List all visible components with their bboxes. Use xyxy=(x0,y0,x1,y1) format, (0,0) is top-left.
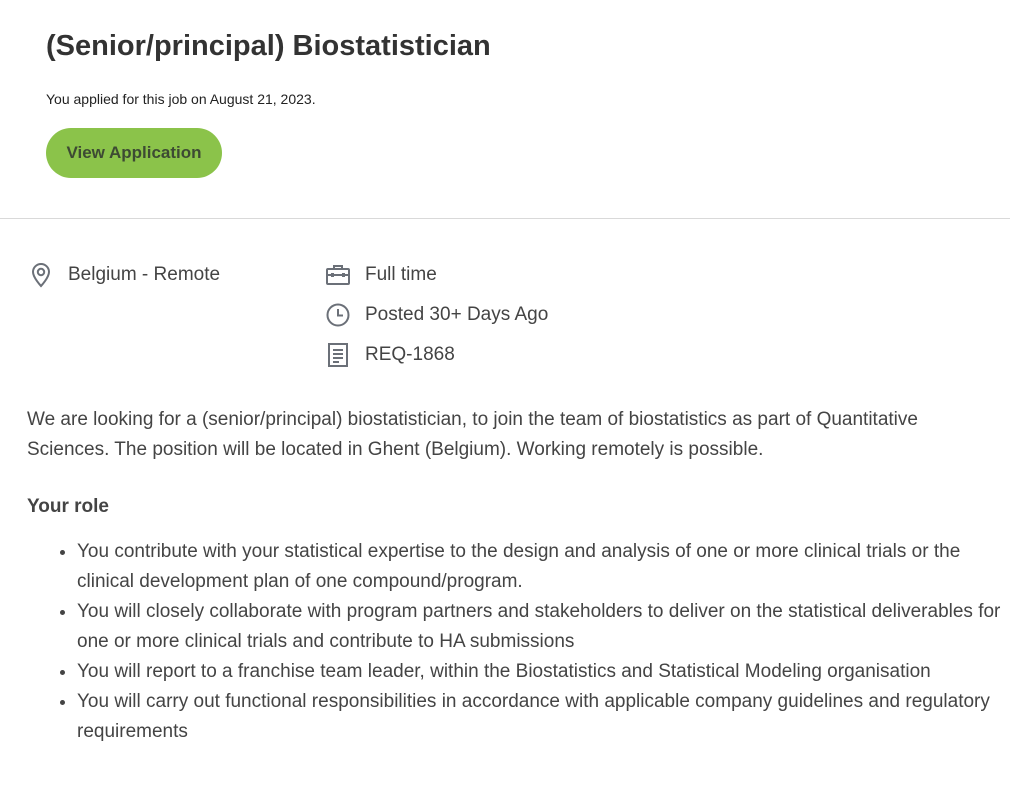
requisition-id-text: REQ-1868 xyxy=(365,344,455,365)
job-title: (Senior/principal) Biostatistician xyxy=(46,30,491,62)
posted-date-text: Posted 30+ Days Ago xyxy=(365,304,549,325)
location-pin-icon xyxy=(28,262,54,288)
job-location: Belgium - Remote xyxy=(28,262,220,288)
role-list: You contribute with your statistical exp… xyxy=(27,537,1010,747)
view-application-button[interactable]: View Application xyxy=(46,128,222,178)
posted-date: Posted 30+ Days Ago xyxy=(325,302,548,328)
employment-type: Full time xyxy=(325,262,437,288)
role-list-item: You will closely collaborate with progra… xyxy=(77,597,1010,657)
requisition-id: REQ-1868 xyxy=(325,342,455,368)
clock-icon xyxy=(325,302,351,328)
applied-date-note: You applied for this job on August 21, 2… xyxy=(46,91,316,107)
role-list-item: You contribute with your statistical exp… xyxy=(77,537,1010,597)
document-icon xyxy=(325,342,351,368)
location-text: Belgium - Remote xyxy=(68,264,221,285)
role-list-item: You will report to a franchise team lead… xyxy=(77,657,1010,687)
job-header: (Senior/principal) Biostatistician You a… xyxy=(0,0,1010,219)
job-intro-paragraph: We are looking for a (senior/principal) … xyxy=(27,409,918,460)
role-list-item: You will carry out functional responsibi… xyxy=(77,687,1010,747)
briefcase-icon xyxy=(325,262,351,288)
employment-type-text: Full time xyxy=(365,264,437,285)
role-heading: Your role xyxy=(27,496,109,517)
